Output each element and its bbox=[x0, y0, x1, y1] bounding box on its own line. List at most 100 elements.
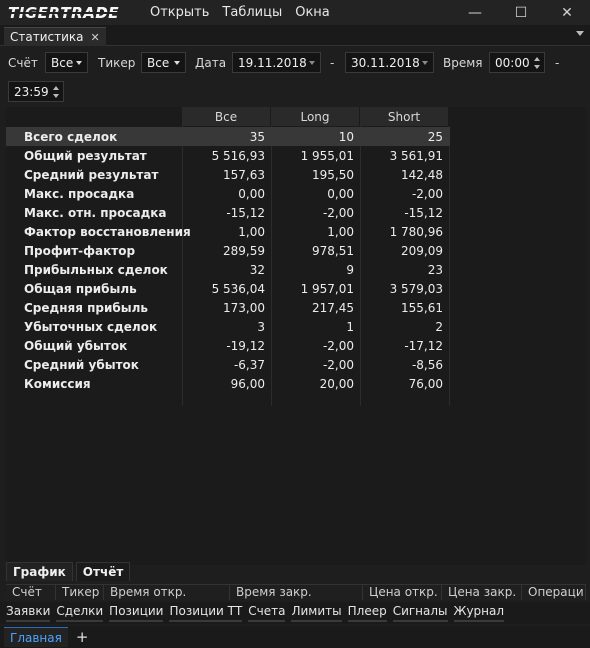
stats-row-average-profit[interactable]: Средняя прибыль 173,00 217,45 155,61 bbox=[6, 298, 450, 317]
date-from-picker[interactable]: 19.11.2018 bbox=[232, 52, 321, 73]
value-long: 217,45 bbox=[312, 300, 354, 315]
close-icon: ✕ bbox=[561, 4, 573, 21]
window-controls: — ☐ ✕ bbox=[452, 0, 590, 25]
value-long: 1 955,01 bbox=[300, 148, 354, 163]
account-select-value: Все bbox=[51, 55, 74, 70]
column-header-short[interactable]: Short bbox=[360, 107, 449, 126]
ticker-select[interactable]: Все bbox=[141, 52, 186, 73]
spin-up-icon[interactable] bbox=[53, 86, 59, 90]
value-short: 2 bbox=[435, 319, 443, 334]
tab-signals[interactable]: Сигналы bbox=[392, 604, 448, 622]
row-label: Средний результат bbox=[24, 167, 159, 182]
value-short: 155,61 bbox=[401, 300, 443, 315]
tab-statistics[interactable]: Статистика ✕ bbox=[4, 27, 106, 46]
row-label: Всего сделок bbox=[24, 129, 118, 144]
row-label: Общий убыток bbox=[24, 338, 128, 353]
tab-positions-tt[interactable]: Позиции ТТ bbox=[169, 604, 243, 622]
column-open-time[interactable]: Время откр. bbox=[104, 585, 230, 600]
value-long: 1,00 bbox=[327, 224, 354, 239]
column-open-price[interactable]: Цена откр. bbox=[363, 585, 442, 600]
menu-tables[interactable]: Таблицы bbox=[222, 5, 282, 20]
tab-player[interactable]: Плеер bbox=[347, 604, 387, 622]
row-label: Комиссия bbox=[24, 376, 91, 391]
tab-list-dropdown-icon[interactable] bbox=[576, 31, 584, 36]
minimize-button[interactable]: — bbox=[452, 0, 498, 25]
stats-row-average-result[interactable]: Средний результат 157,63 195,50 142,48 bbox=[6, 165, 450, 184]
column-operation[interactable]: Операци bbox=[522, 585, 586, 600]
maximize-button[interactable]: ☐ bbox=[498, 0, 544, 25]
column-header-all[interactable]: Все bbox=[182, 107, 271, 126]
menu-open[interactable]: Открыть bbox=[150, 5, 209, 20]
stats-row-winning-trades[interactable]: Прибыльных сделок 32 9 23 bbox=[6, 260, 450, 279]
tab-positions[interactable]: Позиции bbox=[109, 604, 164, 622]
tab-chart[interactable]: График bbox=[6, 562, 73, 581]
close-button[interactable]: ✕ bbox=[544, 0, 590, 25]
main-menu: Открыть Таблицы Окна bbox=[150, 5, 343, 20]
column-close-time[interactable]: Время закр. bbox=[230, 585, 363, 600]
stats-row-total-profit[interactable]: Общая прибыль 5 536,04 1 957,01 3 579,03 bbox=[6, 279, 450, 298]
statistics-header: Все Long Short bbox=[182, 107, 449, 126]
ticker-select-value: Все bbox=[147, 55, 170, 70]
tab-close-icon[interactable]: ✕ bbox=[91, 31, 100, 44]
stats-row-losing-trades[interactable]: Убыточных сделок 3 1 2 bbox=[6, 317, 450, 336]
account-select[interactable]: Все bbox=[45, 52, 88, 73]
value-all: 35 bbox=[249, 129, 265, 144]
spin-down-icon[interactable] bbox=[534, 65, 540, 69]
stats-row-commission[interactable]: Комиссия 96,00 20,00 76,00 bbox=[6, 374, 450, 393]
spin-down-icon[interactable] bbox=[53, 94, 59, 98]
logo-stripe bbox=[8, 11, 140, 14]
value-short: -17,12 bbox=[404, 338, 443, 353]
value-long: -2,00 bbox=[322, 357, 354, 372]
column-account[interactable]: Счёт bbox=[6, 585, 56, 600]
value-all: 5 536,04 bbox=[211, 281, 265, 296]
time-from-spinner[interactable]: 00:00 bbox=[489, 52, 545, 73]
value-long: 10 bbox=[338, 129, 354, 144]
value-short: -8,56 bbox=[411, 357, 443, 372]
stats-row-total-trades[interactable]: Всего сделок 35 10 25 bbox=[6, 127, 450, 146]
value-long: 9 bbox=[346, 262, 354, 277]
tab-home[interactable]: Главная bbox=[4, 627, 68, 647]
column-header-long[interactable]: Long bbox=[271, 107, 360, 126]
time-from-value: 00:00 bbox=[495, 55, 530, 70]
value-short: 23 bbox=[427, 262, 443, 277]
value-short: -2,00 bbox=[411, 186, 443, 201]
value-long: 20,00 bbox=[319, 376, 354, 391]
tab-trades[interactable]: Сделки bbox=[56, 604, 104, 622]
value-long: 0,00 bbox=[327, 186, 354, 201]
chevron-down-icon bbox=[422, 61, 428, 65]
stats-row-max-relative-drawdown[interactable]: Макс. отн. просадка -15,12 -2,00 -15,12 bbox=[6, 203, 450, 222]
stats-row-total-result[interactable]: Общий результат 5 516,93 1 955,01 3 561,… bbox=[6, 146, 450, 165]
stats-row-max-drawdown[interactable]: Макс. просадка 0,00 0,00 -2,00 bbox=[6, 184, 450, 203]
value-short: 3 561,91 bbox=[389, 148, 443, 163]
tab-report[interactable]: Отчёт bbox=[75, 562, 131, 581]
tab-accounts[interactable]: Счета bbox=[248, 604, 286, 622]
value-short: 142,48 bbox=[401, 167, 443, 182]
ticker-label: Тикер bbox=[98, 56, 136, 70]
date-to-picker[interactable]: 30.11.2018 bbox=[345, 52, 434, 73]
value-long: -2,00 bbox=[322, 338, 354, 353]
stats-row-recovery-factor[interactable]: Фактор восстановления 1,00 1,00 1 780,96 bbox=[6, 222, 450, 241]
trades-table-header: Счёт Тикер Время откр. Время закр. Цена … bbox=[6, 584, 586, 600]
document-tab-strip: Статистика ✕ bbox=[0, 25, 590, 46]
stats-row-profit-factor[interactable]: Профит-фактор 289,59 978,51 209,09 bbox=[6, 241, 450, 260]
row-label: Макс. просадка bbox=[24, 186, 135, 201]
spin-up-icon[interactable] bbox=[534, 57, 540, 61]
value-short: 3 579,03 bbox=[389, 281, 443, 296]
row-label: Средний убыток bbox=[24, 357, 139, 372]
tab-orders[interactable]: Заявки bbox=[6, 604, 51, 622]
value-all: -19,12 bbox=[226, 338, 265, 353]
chevron-down-icon bbox=[76, 61, 82, 65]
value-all: 0,00 bbox=[238, 186, 265, 201]
workspace-tab-strip: Заявки Сделки Позиции Позиции ТТ Счета Л… bbox=[0, 602, 590, 624]
row-label: Фактор восстановления bbox=[24, 224, 191, 239]
column-ticker[interactable]: Тикер bbox=[56, 585, 104, 600]
tab-limits[interactable]: Лимиты bbox=[291, 604, 342, 622]
add-page-icon[interactable]: + bbox=[76, 628, 89, 646]
menu-windows[interactable]: Окна bbox=[295, 5, 330, 20]
row-label: Общая прибыль bbox=[24, 281, 137, 296]
column-close-price[interactable]: Цена закр. bbox=[442, 585, 522, 600]
stats-row-average-loss[interactable]: Средний убыток -6,37 -2,00 -8,56 bbox=[6, 355, 450, 374]
time-to-spinner[interactable]: 23:59 bbox=[8, 81, 64, 102]
stats-row-total-loss[interactable]: Общий убыток -19,12 -2,00 -17,12 bbox=[6, 336, 450, 355]
tab-journal[interactable]: Журнал bbox=[453, 604, 505, 622]
